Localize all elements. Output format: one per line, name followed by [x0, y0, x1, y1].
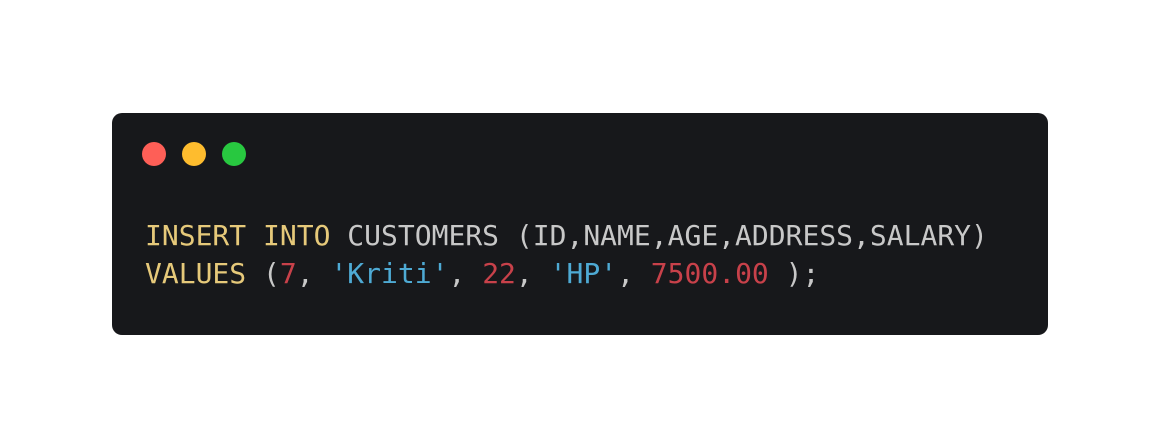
keyword-into: INTO [263, 219, 331, 252]
comma: , [296, 257, 331, 290]
value-name: 'Kriti' [330, 257, 449, 290]
close-paren-semicolon: ); [768, 257, 820, 290]
code-block: INSERT INTO CUSTOMERS (ID,NAME,AGE,ADDRE… [145, 217, 988, 293]
value-salary: 7500.00 [650, 257, 769, 290]
comma: , [515, 257, 550, 290]
window-controls [142, 142, 246, 166]
comma: , [448, 257, 483, 290]
code-window: INSERT INTO CUSTOMERS (ID,NAME,AGE,ADDRE… [112, 113, 1048, 335]
value-id: 7 [279, 257, 297, 290]
maximize-button[interactable] [222, 142, 246, 166]
code-line-2: VALUES (7, 'Kriti', 22, 'HP', 7500.00 ); [145, 255, 988, 293]
code-line-1: INSERT INTO CUSTOMERS (ID,NAME,AGE,ADDRE… [145, 217, 988, 255]
close-button[interactable] [142, 142, 166, 166]
open-paren: ( [246, 257, 280, 290]
value-address: 'HP' [549, 257, 618, 290]
comma: , [617, 257, 651, 290]
keyword-values: VALUES [145, 257, 247, 290]
table-and-columns: CUSTOMERS (ID,NAME,AGE,ADDRESS,SALARY) [330, 219, 988, 252]
minimize-button[interactable] [182, 142, 206, 166]
value-age: 22 [482, 257, 516, 290]
keyword-insert: INSERT [145, 219, 247, 252]
